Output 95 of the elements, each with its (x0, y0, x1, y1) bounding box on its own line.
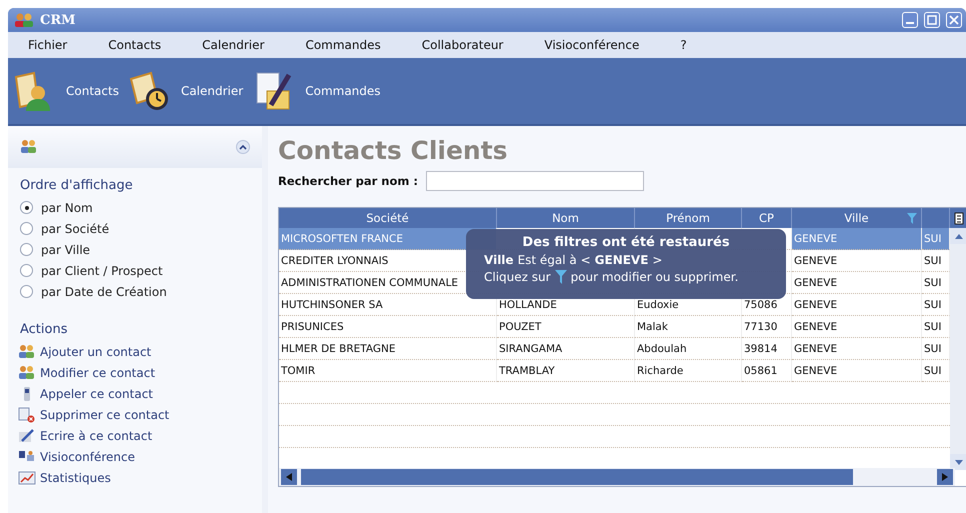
scroll-up-button[interactable] (950, 228, 966, 244)
column-header[interactable]: Prénom (635, 208, 742, 228)
menu-item[interactable]: Fichier (18, 38, 78, 52)
pen-icon (18, 428, 36, 444)
window-title: CRM (40, 12, 77, 28)
action-link[interactable]: Visioconférence (40, 450, 135, 464)
close-button[interactable] (946, 12, 962, 28)
page-title: Contacts Clients (278, 136, 509, 165)
table-cell: 05861 (742, 360, 792, 382)
radio-label[interactable]: par Date de Création (41, 284, 167, 298)
scroll-down-button[interactable] (950, 454, 966, 470)
table-cell: GENEVE (792, 272, 922, 294)
table-cell: SUI (922, 250, 950, 272)
table-cell: Abdoulah (635, 338, 742, 360)
table-cell: SUI (922, 294, 950, 316)
action-link[interactable]: Modifier ce contact (40, 366, 156, 380)
vertical-scrollbar[interactable] (950, 228, 966, 470)
column-header[interactable]: Ville (792, 208, 922, 228)
delete-icon (18, 406, 36, 422)
tooltip-text: pour modifier ou supprimer. (570, 270, 738, 284)
table-cell: SUI (922, 316, 950, 338)
column-chooser-icon[interactable] (954, 212, 964, 224)
scroll-right-button[interactable] (937, 469, 953, 485)
action-link[interactable]: Ajouter un contact (40, 344, 152, 358)
radio-button[interactable] (20, 264, 33, 277)
chevron-up-icon (239, 144, 247, 150)
column-header[interactable]: Nom (497, 208, 635, 228)
down-arrow-icon (955, 460, 963, 464)
tooltip-title: Des filtres ont été restaurés (521, 235, 731, 250)
table-cell: TOMIR (279, 360, 497, 382)
radio-label[interactable]: par Client / Prospect (41, 264, 163, 278)
minimize-icon (906, 22, 914, 24)
chart-icon (18, 470, 36, 486)
radio-button[interactable] (20, 243, 33, 256)
minimize-button[interactable] (902, 12, 918, 28)
toolbar-button[interactable]: Commandes (305, 84, 381, 98)
right-arrow-icon (942, 473, 948, 481)
column-header[interactable]: CP (742, 208, 792, 228)
table-cell: SUI (922, 338, 950, 360)
people-icon (18, 344, 36, 360)
action-link[interactable]: Supprimer ce contact (40, 408, 170, 422)
menu-item[interactable]: Contacts (98, 38, 172, 52)
table-cell: SIRANGAMA (497, 338, 635, 360)
table-cell: Richarde (635, 360, 742, 382)
filter-icon[interactable] (907, 213, 917, 224)
radio-button[interactable] (20, 285, 33, 298)
menu-item[interactable]: Visioconférence (534, 38, 650, 52)
up-arrow-icon (955, 234, 963, 238)
table-cell: GENEVE (792, 250, 922, 272)
section-title: Actions (20, 322, 68, 337)
table-cell: Malak (635, 316, 742, 338)
action-link[interactable]: Ecrire à ce contact (40, 428, 152, 442)
radio-label[interactable]: par Nom (41, 200, 93, 214)
horizontal-scrollbar[interactable] (279, 468, 955, 486)
radio-label[interactable]: par Société (41, 222, 110, 236)
people-icon (20, 139, 38, 155)
collapse-button[interactable] (236, 140, 250, 154)
search-label: Rechercher par nom : (278, 174, 418, 188)
table-cell: GENEVE (792, 360, 922, 382)
people-icon (18, 364, 36, 380)
table-cell: PRISUNICES (279, 316, 497, 338)
toolbar-button[interactable]: Contacts (66, 84, 119, 98)
section-title: Ordre d'affichage (20, 178, 134, 193)
radio-label[interactable]: par Ville (41, 242, 90, 256)
menu-item[interactable]: Commandes (295, 38, 391, 52)
table-cell: GENEVE (792, 338, 922, 360)
table-cell: SUI (922, 228, 950, 250)
radio-button[interactable] (20, 222, 33, 235)
action-link[interactable]: Appeler ce contact (40, 386, 153, 400)
table-cell: 39814 (742, 338, 792, 360)
toolbar-button[interactable]: Calendrier (180, 84, 244, 98)
column-header[interactable]: Société (279, 208, 497, 228)
close-icon (949, 15, 959, 25)
table-cell: HLMER DE BRETAGNE (279, 338, 497, 360)
table-cell: SUI (922, 272, 950, 294)
menu-item[interactable]: Collaborateur (412, 38, 514, 52)
left-arrow-icon (286, 473, 292, 481)
table-cell: TRAMBLAY (497, 360, 635, 382)
app-icon (14, 12, 34, 28)
table-cell: POUZET (497, 316, 635, 338)
radio-button[interactable] (20, 201, 33, 214)
table-cell: 77130 (742, 316, 792, 338)
search-field[interactable] (426, 171, 644, 191)
table-cell: SUI (922, 360, 950, 382)
maximize-icon (927, 15, 937, 25)
action-link[interactable]: Statistiques (40, 470, 111, 484)
table-cell: GENEVE (792, 294, 922, 316)
column-chooser-button[interactable] (950, 208, 966, 228)
menu-item[interactable]: Calendrier (192, 38, 274, 52)
filter-icon (554, 270, 567, 284)
maximize-button[interactable] (924, 12, 940, 28)
table-cell: GENEVE (792, 228, 922, 250)
menu-item[interactable]: ? (670, 38, 697, 52)
table-cell: GENEVE (792, 316, 922, 338)
scroll-left-button[interactable] (281, 469, 297, 485)
